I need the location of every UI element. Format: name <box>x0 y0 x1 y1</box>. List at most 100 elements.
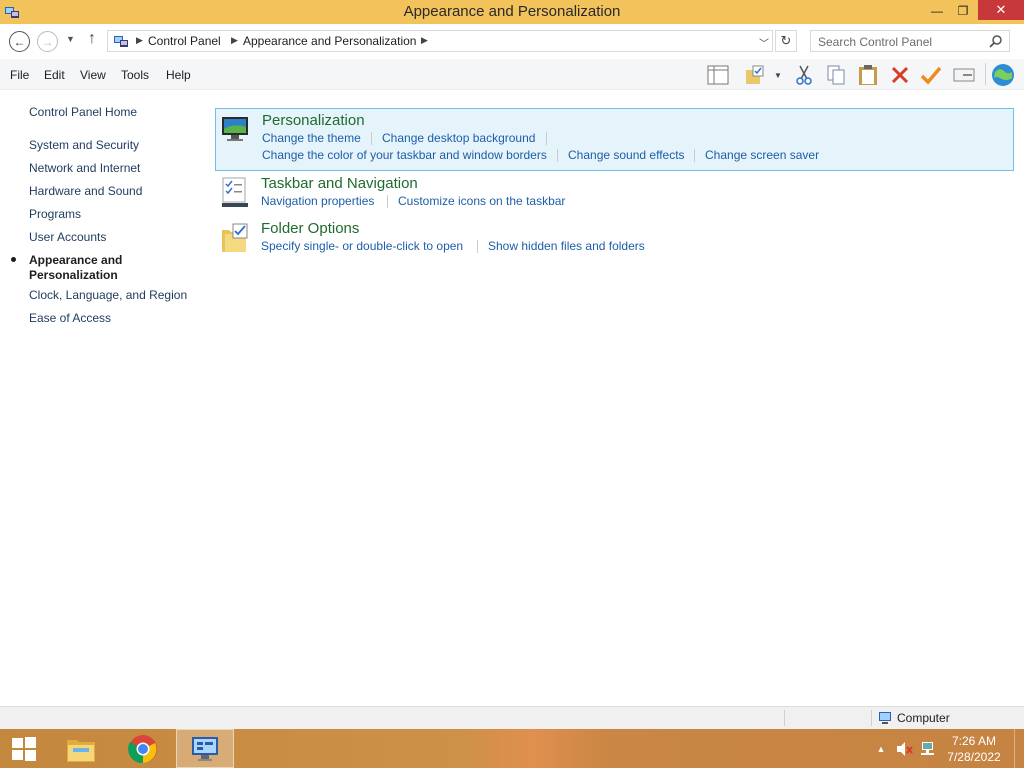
current-item-bullet <box>11 257 16 262</box>
link-single-double-click[interactable]: Specify single- or double-click to open <box>261 239 463 253</box>
clock-date: 7/28/2022 <box>947 750 1001 764</box>
globe-icon <box>992 64 1014 86</box>
volume-button[interactable] <box>894 729 916 768</box>
folder-options-icon <box>222 223 248 252</box>
close-button[interactable]: ✕ <box>978 0 1024 20</box>
link-separator <box>387 195 388 208</box>
address-bar[interactable]: ▶ Control Panel ▶ Appearance and Persona… <box>107 30 773 52</box>
link-change-theme[interactable]: Change the theme <box>262 131 361 145</box>
taskbar: ▲ 7:26 AM 7/28/2022 <box>0 729 1024 768</box>
show-hidden-icons-button[interactable]: ▲ <box>872 729 890 768</box>
toolbar-divider <box>985 63 986 85</box>
paste-icon <box>859 65 877 85</box>
network-button[interactable] <box>918 729 940 768</box>
arrow-right-icon: → <box>41 34 54 49</box>
menu-view[interactable]: View <box>80 68 106 82</box>
minimize-button[interactable]: — <box>924 0 950 21</box>
sidebar-item-control-panel-home[interactable]: Control Panel Home <box>29 105 137 120</box>
link-separator <box>371 132 372 145</box>
category-title-taskbar-navigation[interactable]: Taskbar and Navigation <box>261 175 418 192</box>
chevron-up-icon: ▲ <box>876 743 886 754</box>
computer-icon <box>879 712 891 724</box>
link-customize-taskbar-icons[interactable]: Customize icons on the taskbar <box>398 194 565 208</box>
delete-icon <box>891 66 909 84</box>
link-separator <box>694 149 695 162</box>
link-navigation-properties[interactable]: Navigation properties <box>261 194 374 208</box>
status-divider <box>784 710 785 726</box>
breadcrumb-separator-icon[interactable]: ▶ <box>231 35 238 46</box>
refresh-button[interactable]: ↻ <box>775 30 797 52</box>
link-change-desktop-background[interactable]: Change desktop background <box>382 131 535 145</box>
sidebar-item-user-accounts[interactable]: User Accounts <box>29 230 106 245</box>
link-change-taskbar-color[interactable]: Change the color of your taskbar and win… <box>262 148 547 162</box>
menu-file[interactable]: File <box>10 68 29 82</box>
category-title-folder-options[interactable]: Folder Options <box>261 220 359 237</box>
volume-muted-icon <box>897 741 913 756</box>
menu-tools[interactable]: Tools <box>121 68 149 82</box>
start-icon <box>12 736 36 761</box>
chevron-down-icon[interactable]: ﹀ <box>759 35 769 50</box>
menu-bar: File Edit View Tools Help ▼ <box>0 59 1024 90</box>
link-separator <box>477 240 478 253</box>
chrome-icon <box>128 734 157 763</box>
layout-pane-button[interactable] <box>705 62 731 88</box>
link-change-screen-saver[interactable]: Change screen saver <box>705 148 819 162</box>
layout-pane-icon <box>707 65 729 85</box>
control-panel-taskbar-button[interactable] <box>176 729 234 768</box>
folder-properties-icon <box>746 65 764 84</box>
forward-button[interactable]: → <box>37 31 58 52</box>
category-personalization: Personalization Change the theme Change … <box>215 108 1014 171</box>
search-icon[interactable] <box>989 34 1003 48</box>
maximize-button[interactable]: ❐ <box>950 0 976 21</box>
sidebar-item-hardware-sound[interactable]: Hardware and Sound <box>29 184 142 199</box>
title-bar: Appearance and Personalization — ❐ ✕ <box>0 0 1024 24</box>
sidebar-item-clock-language-region[interactable]: Clock, Language, and Region <box>29 288 187 303</box>
status-location: Computer <box>897 711 950 725</box>
sidebar-item-network-internet[interactable]: Network and Internet <box>29 161 140 176</box>
breadcrumb-appearance[interactable]: Appearance and Personalization <box>243 34 416 48</box>
breadcrumb-separator-icon[interactable]: ▶ <box>136 35 143 46</box>
menu-edit[interactable]: Edit <box>44 68 65 82</box>
category-taskbar-navigation: Taskbar and Navigation Navigation proper… <box>215 172 1014 212</box>
search-input[interactable] <box>818 34 978 49</box>
breadcrumb-control-panel[interactable]: Control Panel <box>148 34 221 48</box>
address-row: ← → ▼ ↑ ▶ Control Panel ▶ Appearance and… <box>0 24 1024 59</box>
arrow-up-icon: ↑ <box>88 30 96 47</box>
folder-properties-button[interactable] <box>742 62 768 88</box>
globe-button[interactable] <box>990 62 1016 88</box>
sidebar-item-appearance-line2: Personalization <box>29 268 118 282</box>
file-explorer-taskbar-button[interactable] <box>58 729 104 768</box>
menu-help[interactable]: Help <box>166 68 191 82</box>
network-icon <box>921 741 934 755</box>
properties-button[interactable] <box>918 62 944 88</box>
up-button[interactable]: ↑ <box>88 30 96 48</box>
taskbar-navigation-icon <box>222 177 248 207</box>
copy-button[interactable] <box>823 62 849 88</box>
delete-button[interactable] <box>887 62 913 88</box>
back-button[interactable]: ← <box>9 31 30 52</box>
paste-button[interactable] <box>855 62 881 88</box>
chrome-taskbar-button[interactable] <box>120 729 166 768</box>
folder-properties-dropdown[interactable]: ▼ <box>768 62 788 88</box>
link-change-sound-effects[interactable]: Change sound effects <box>568 148 685 162</box>
rename-icon <box>953 68 975 82</box>
cut-button[interactable] <box>791 62 817 88</box>
status-bar: Computer <box>0 706 1024 729</box>
clock-time: 7:26 AM <box>951 734 997 748</box>
category-title-personalization[interactable]: Personalization <box>262 112 365 129</box>
sidebar-item-system-security[interactable]: System and Security <box>29 138 139 153</box>
sidebar-item-ease-of-access[interactable]: Ease of Access <box>29 311 111 326</box>
link-separator <box>557 149 558 162</box>
start-button[interactable] <box>0 729 48 768</box>
window-title: Appearance and Personalization <box>403 3 621 20</box>
sidebar-item-programs[interactable]: Programs <box>29 207 81 222</box>
breadcrumb-separator-icon[interactable]: ▶ <box>421 35 428 46</box>
arrow-left-icon: ← <box>13 34 26 49</box>
clock[interactable]: 7:26 AM 7/28/2022 <box>940 733 1008 765</box>
show-desktop-button[interactable] <box>1014 729 1024 768</box>
recent-locations-button[interactable]: ▼ <box>66 34 75 44</box>
rename-button[interactable] <box>951 62 977 88</box>
search-box[interactable] <box>810 30 1010 52</box>
control-panel-icon <box>114 36 128 47</box>
link-show-hidden-files[interactable]: Show hidden files and folders <box>488 239 645 253</box>
